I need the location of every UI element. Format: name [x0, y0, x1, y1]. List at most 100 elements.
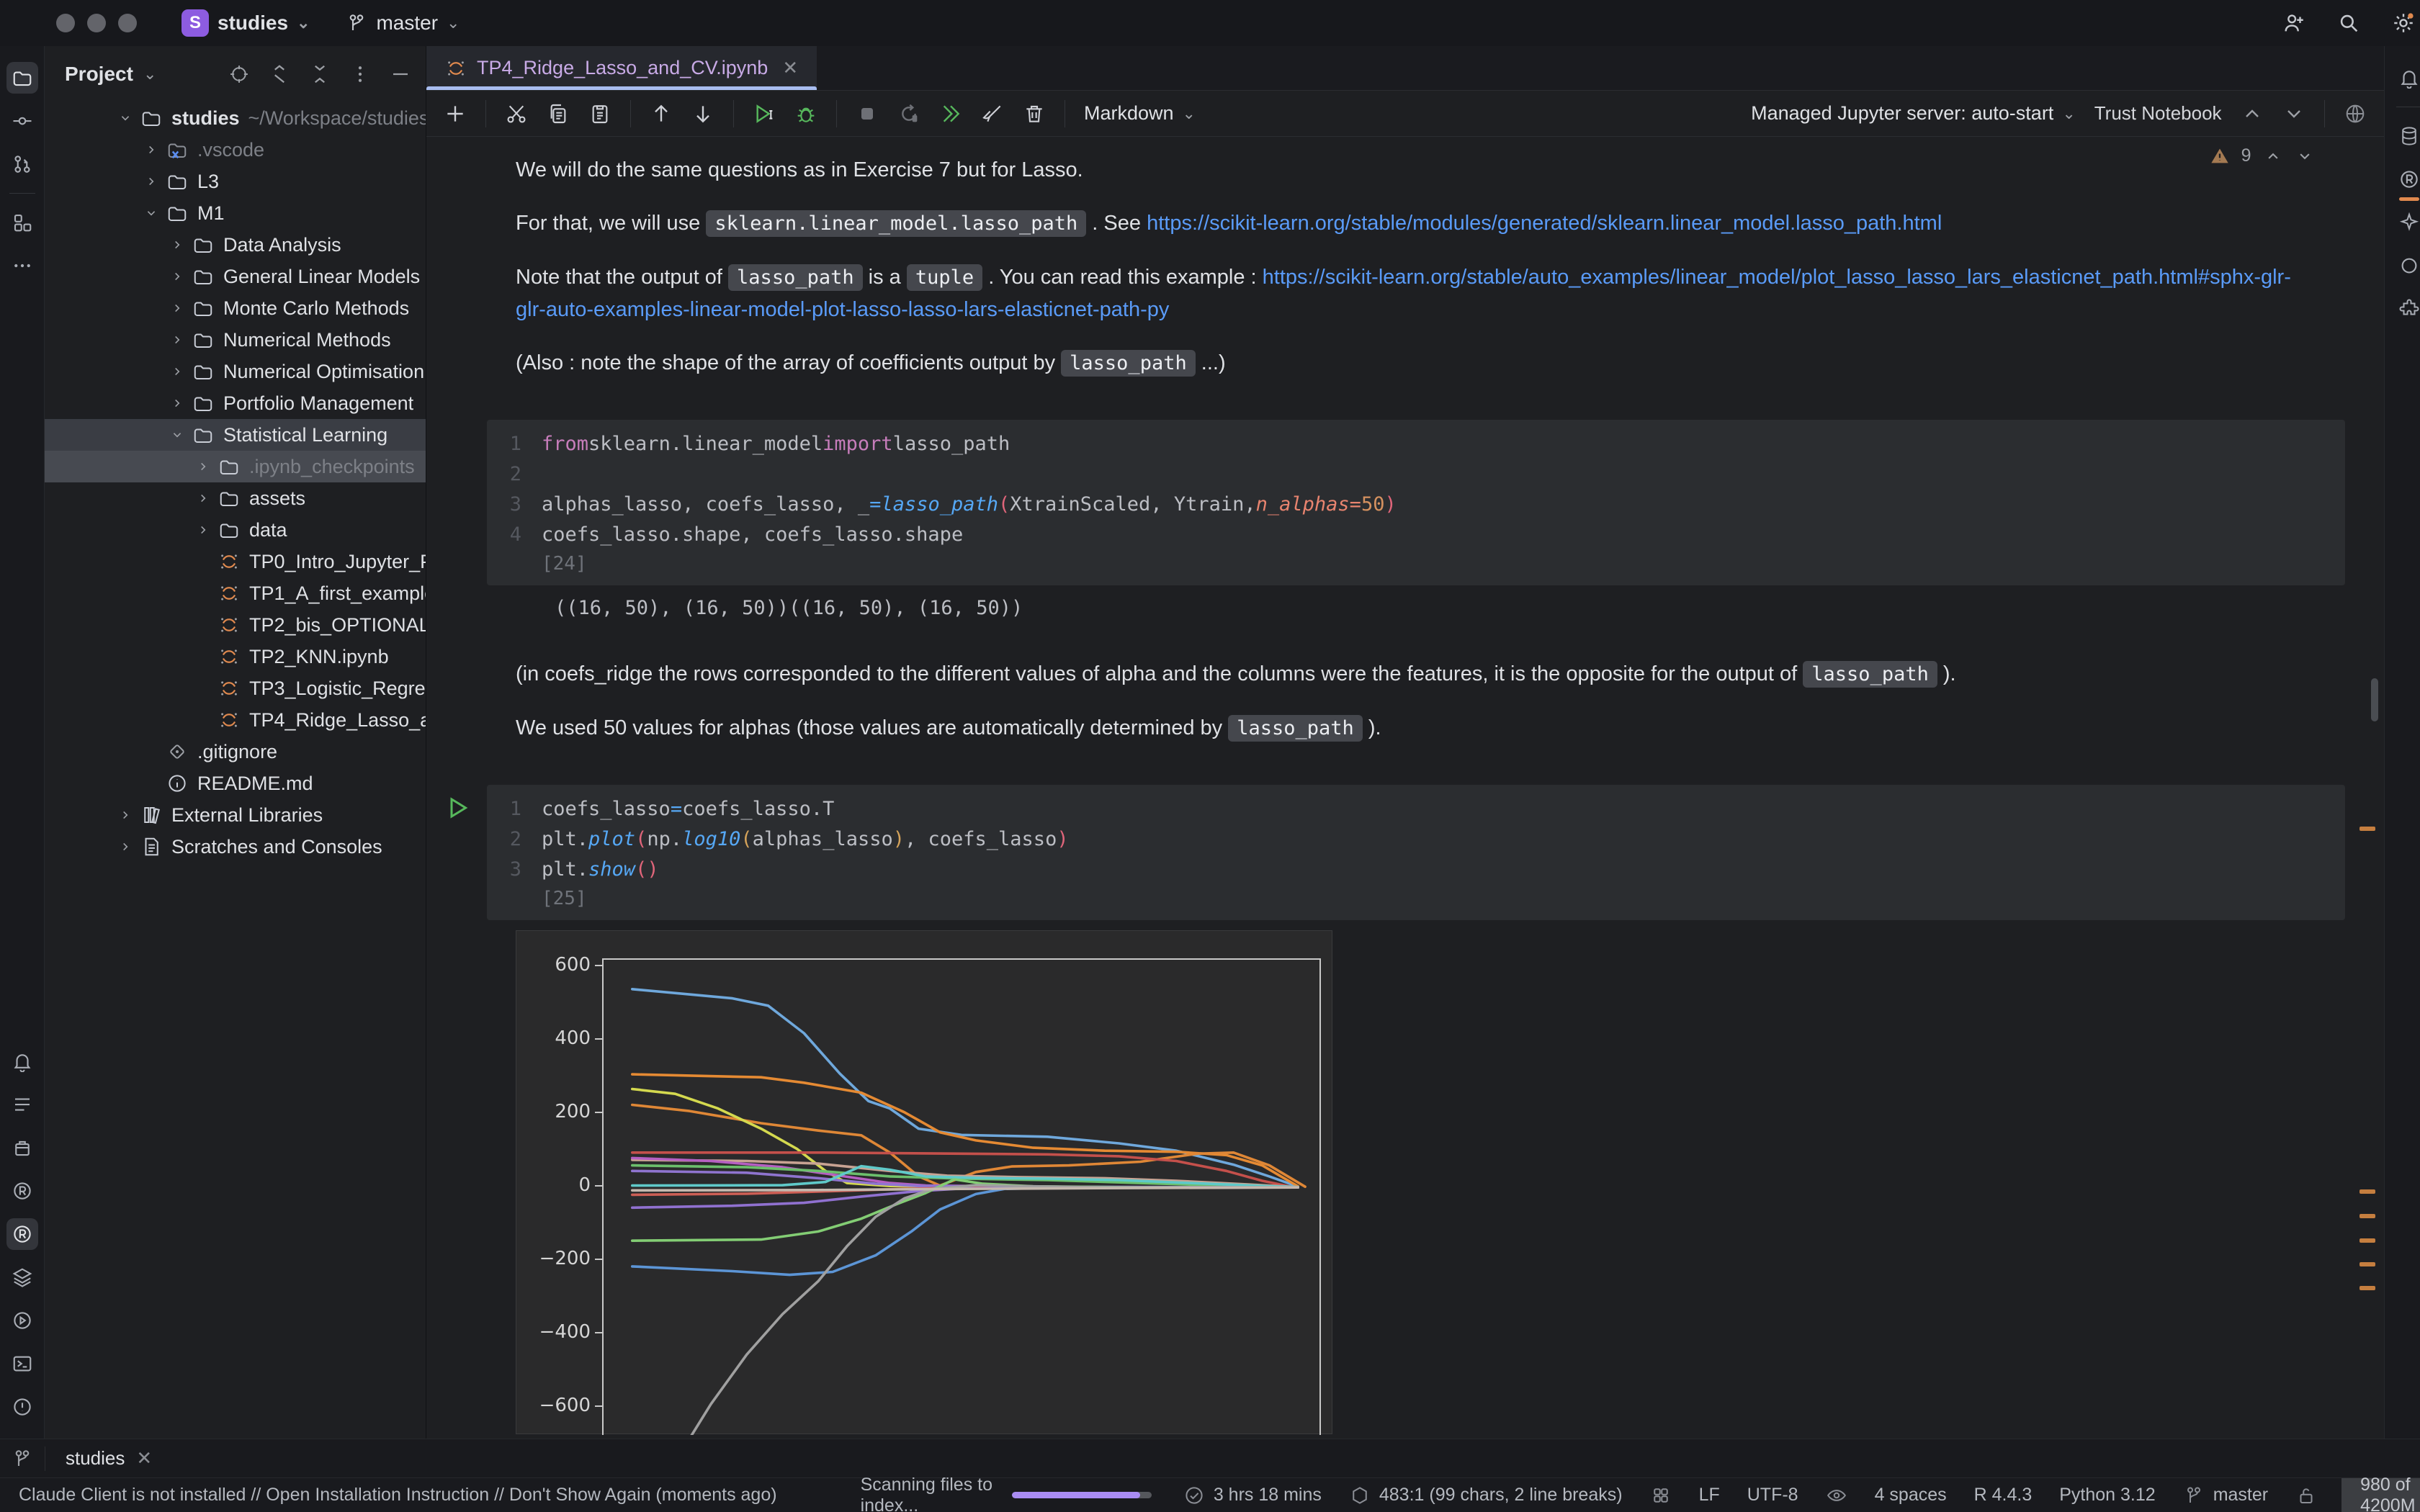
- editor-scrollbar[interactable]: [2371, 678, 2378, 721]
- add-cell-icon[interactable]: [444, 102, 467, 125]
- tree-item-vscode[interactable]: .vscode: [45, 134, 426, 166]
- chevron-right-icon[interactable]: [138, 174, 164, 189]
- gateway-tool-button[interactable]: [2393, 250, 2420, 282]
- stop-kernel-icon[interactable]: [856, 102, 879, 125]
- minimize-window-button[interactable]: [87, 14, 106, 32]
- locate-file-icon[interactable]: [228, 63, 250, 85]
- chevron-right-icon[interactable]: [164, 364, 190, 379]
- tree-item-scratches-and-consoles[interactable]: Scratches and Consoles: [45, 831, 426, 863]
- search-icon[interactable]: [2336, 11, 2361, 35]
- tree-item-studies[interactable]: studies~/Workspace/studies: [45, 102, 426, 134]
- chevron-right-icon[interactable]: [164, 332, 190, 348]
- chevron-right-icon[interactable]: [164, 269, 190, 284]
- debug-cell-icon[interactable]: [794, 102, 817, 125]
- tree-item-l3[interactable]: L3: [45, 166, 426, 197]
- project-tool-button[interactable]: [6, 62, 38, 94]
- chevron-right-icon[interactable]: [164, 300, 190, 316]
- close-tab-icon[interactable]: ✕: [782, 57, 798, 79]
- r-version-widget[interactable]: R 4.4.3: [1974, 1485, 2033, 1506]
- plugins-tool-button[interactable]: [2393, 293, 2420, 325]
- ai-assistant-tool-button[interactable]: [2393, 207, 2420, 238]
- warning-stripe-mark[interactable]: [2360, 1189, 2375, 1194]
- services-tool-button[interactable]: [6, 1305, 38, 1336]
- tree-item-tp1-a-first-example-ipynb[interactable]: TP1_A_first_example.ipynb: [45, 577, 426, 609]
- indexing-widget[interactable]: Scanning files to index...: [861, 1475, 1152, 1512]
- cell-type-dropdown[interactable]: Markdown ⌄: [1084, 102, 1196, 125]
- next-problem-icon[interactable]: [2295, 146, 2315, 166]
- hide-panel-icon[interactable]: [390, 63, 411, 85]
- tree-item-numerical-optimisation[interactable]: Numerical Optimisation: [45, 356, 426, 387]
- previous-cell-icon[interactable]: [2241, 102, 2264, 125]
- chevron-down-icon[interactable]: [112, 110, 138, 126]
- database-tool-button[interactable]: [2393, 120, 2420, 152]
- clear-outputs-icon[interactable]: [981, 102, 1004, 125]
- project-widget[interactable]: S studies ⌄: [182, 9, 310, 37]
- grid-icon[interactable]: [1650, 1485, 1672, 1506]
- collapse-all-icon[interactable]: [309, 63, 331, 85]
- warning-stripe-mark[interactable]: [2360, 1286, 2375, 1290]
- tree-item-tp0-intro-jupyter-python-ip[interactable]: TP0_Intro_Jupyter_Python.ip: [45, 546, 426, 577]
- chevron-right-icon[interactable]: [138, 142, 164, 158]
- chevron-down-icon[interactable]: [164, 427, 190, 443]
- r-graphics-tool-button[interactable]: [2393, 163, 2420, 195]
- git-branch-widget[interactable]: master: [2183, 1485, 2268, 1506]
- move-cell-down-icon[interactable]: [691, 102, 714, 125]
- time-tracker-widget[interactable]: 3 hrs 18 mins: [1183, 1485, 1322, 1506]
- zoom-window-button[interactable]: [118, 14, 137, 32]
- structure-tool-button[interactable]: [6, 207, 38, 238]
- code-cell-editor[interactable]: 1from sklearn.linear_model import lasso_…: [487, 420, 2345, 585]
- tree-item-data-analysis[interactable]: Data Analysis: [45, 229, 426, 261]
- tree-item-external-libraries[interactable]: External Libraries: [45, 799, 426, 831]
- chevron-right-icon[interactable]: [190, 522, 216, 538]
- r-tools-tool-button[interactable]: [6, 1218, 38, 1250]
- tree-item-tp3-logistic-regression-an[interactable]: TP3_Logistic_Regression_an: [45, 672, 426, 704]
- layers-tool-button[interactable]: [6, 1261, 38, 1293]
- todo-tool-button[interactable]: [6, 1089, 38, 1120]
- run-cell-gutter-icon[interactable]: [445, 795, 471, 824]
- hyperlink[interactable]: https://scikit-learn.org/stable/modules/…: [1147, 212, 1942, 235]
- prev-problem-icon[interactable]: [2263, 146, 2283, 166]
- close-window-button[interactable]: [56, 14, 75, 32]
- warning-stripe-mark[interactable]: [2360, 827, 2375, 831]
- tree-item-numerical-methods[interactable]: Numerical Methods: [45, 324, 426, 356]
- commit-tool-button[interactable]: [6, 105, 38, 137]
- highlighting-eye-icon[interactable]: [1826, 1485, 1847, 1506]
- restart-kernel-icon[interactable]: [897, 102, 920, 125]
- code-line[interactable]: 1from sklearn.linear_model import lasso_…: [487, 428, 2345, 459]
- notifications-bell-button[interactable]: [2393, 62, 2420, 94]
- encoding-widget[interactable]: UTF-8: [1747, 1485, 1798, 1506]
- chevron-right-icon[interactable]: [112, 839, 138, 855]
- tree-item-tp2-bis-optional-ipynb[interactable]: TP2_bis_OPTIONAL.ipynb: [45, 609, 426, 641]
- tree-item-tp2-knn-ipynb[interactable]: TP2_KNN.ipynb: [45, 641, 426, 672]
- code-line[interactable]: 1coefs_lasso = coefs_lasso.T: [487, 793, 2345, 824]
- close-icon[interactable]: ✕: [136, 1447, 152, 1470]
- tree-item-data[interactable]: data: [45, 514, 426, 546]
- run-all-cells-icon[interactable]: [939, 102, 962, 125]
- project-panel-title[interactable]: Project: [65, 63, 133, 86]
- inspection-widget[interactable]: 9: [2210, 145, 2315, 166]
- run-cell-icon[interactable]: [753, 102, 776, 125]
- memory-indicator[interactable]: 980 of 4200M: [2341, 1478, 2420, 1512]
- options-kebab-icon[interactable]: [349, 63, 371, 85]
- vcs-widget[interactable]: master ⌄: [346, 12, 460, 35]
- chevron-right-icon[interactable]: [164, 395, 190, 411]
- tree-item-monte-carlo-methods[interactable]: Monte Carlo Methods: [45, 292, 426, 324]
- chevron-right-icon[interactable]: [190, 459, 216, 474]
- tab-tp4-ridge-lasso-and-cv[interactable]: TP4_Ridge_Lasso_and_CV.ipynb ✕: [426, 46, 817, 90]
- tree-item-general-linear-models[interactable]: General Linear Models: [45, 261, 426, 292]
- caret-position-widget[interactable]: 483:1 (99 chars, 2 line breaks): [1349, 1485, 1623, 1506]
- expand-all-icon[interactable]: [269, 63, 290, 85]
- tree-item-m1[interactable]: M1: [45, 197, 426, 229]
- r-console-tool-button[interactable]: [6, 1175, 38, 1207]
- indent-widget[interactable]: 4 spaces: [1875, 1485, 1947, 1506]
- status-message[interactable]: Claude Client is not installed // Open I…: [19, 1485, 777, 1506]
- more-tools-button[interactable]: [6, 250, 38, 282]
- code-line[interactable]: 3plt.show(): [487, 854, 2345, 884]
- tree-item-readme-md[interactable]: README.md: [45, 768, 426, 799]
- tree-item-statistical-learning[interactable]: Statistical Learning: [45, 419, 426, 451]
- code-line[interactable]: 4coefs_lasso.shape, coefs_lasso.shape: [487, 519, 2345, 549]
- tree-item-gitignore[interactable]: .gitignore: [45, 736, 426, 768]
- pull-requests-tool-button[interactable]: [6, 148, 38, 180]
- cut-cell-icon[interactable]: [505, 102, 528, 125]
- chevron-right-icon[interactable]: [190, 490, 216, 506]
